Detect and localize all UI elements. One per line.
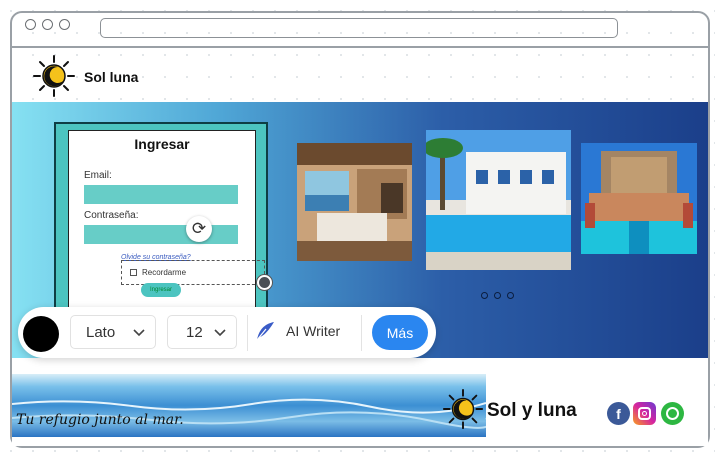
rotate-icon[interactable]: ⟳ [186,216,212,242]
email-field[interactable] [84,185,238,204]
login-title: Ingresar [134,136,190,152]
footer-tagline: Tu refugio junto al mar. [16,412,184,428]
suite-photo[interactable] [297,143,412,261]
ai-writer-button[interactable]: AI Writer [254,320,340,342]
resort-photo[interactable] [581,143,697,254]
browser-toolbar [10,11,710,47]
carousel-dot[interactable] [481,292,488,299]
window-dot-icon[interactable] [59,19,70,30]
whatsapp-icon[interactable] [661,402,684,425]
brand-name[interactable]: Sol luna [84,69,138,85]
carousel-dots [481,292,514,299]
sun-moon-footer-logo-icon [442,388,484,430]
email-label: Email: [84,170,112,181]
site-header: Sol luna [12,48,708,102]
text-editor-toolbar: Lato 12 AI Writer Más [18,307,436,358]
window-dot-icon[interactable] [25,19,36,30]
footer-brand-name: Sol y luna [487,400,577,421]
password-label: Contraseña: [84,210,139,221]
divider [247,315,248,351]
carousel-dot[interactable] [507,292,514,299]
login-submit-button[interactable]: Ingresar [141,283,181,297]
font-size-value: 12 [186,323,203,341]
font-size-select[interactable]: 12 [167,315,237,349]
sun-moon-logo-icon [33,55,75,97]
divider [361,315,362,351]
pool-photo[interactable] [426,130,571,270]
font-family-select[interactable]: Lato [70,315,156,349]
carousel-dot[interactable] [494,292,501,299]
facebook-icon[interactable]: f [607,402,630,425]
ai-writer-label: AI Writer [286,323,341,339]
chevron-down-icon [214,329,226,337]
instagram-icon[interactable] [633,402,656,425]
more-button[interactable]: Más [372,315,428,350]
window-controls [25,19,70,30]
checkbox-icon[interactable] [130,269,137,276]
address-bar[interactable] [100,18,618,38]
resize-handle[interactable] [257,275,272,290]
remember-label: Recordarme [142,268,187,277]
password-field[interactable] [84,225,238,244]
remember-checkbox[interactable]: Recordarme [121,260,265,285]
feather-pen-icon [256,322,274,341]
window-dot-icon[interactable] [42,19,53,30]
font-family-value: Lato [86,323,116,341]
color-swatch[interactable] [23,316,59,352]
chevron-down-icon [133,329,145,337]
